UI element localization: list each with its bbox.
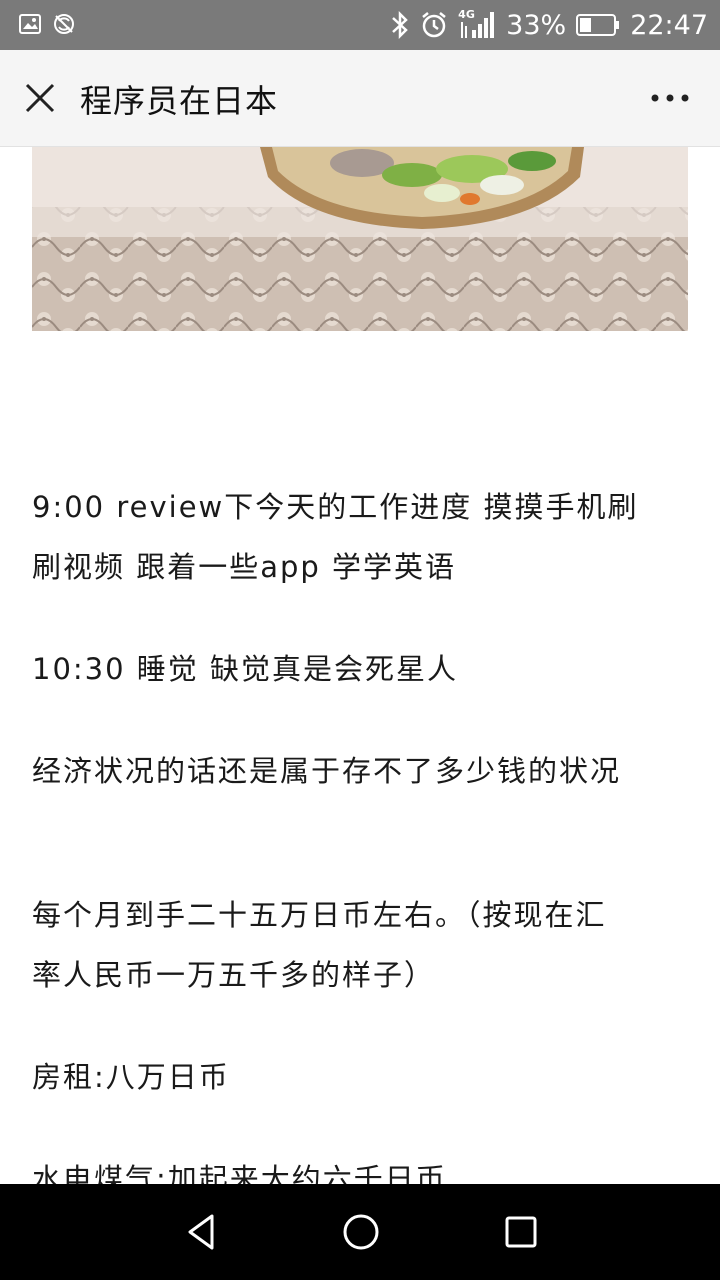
status-bar: 4G 33% 22:47	[0, 0, 720, 50]
article-line: 刷视频 跟着一些app 学学英语	[32, 550, 457, 584]
recents-button[interactable]	[497, 1208, 545, 1256]
article-line: 水电煤气:加起来大约六千日币	[32, 1162, 447, 1184]
more-button[interactable]	[642, 76, 698, 120]
recents-icon	[505, 1216, 537, 1248]
back-icon	[188, 1214, 214, 1250]
home-button[interactable]	[337, 1208, 385, 1256]
title-bar: 程序员在日本	[0, 50, 720, 147]
article-content[interactable]: 9:00 review下今天的工作进度 摸摸手机刷 刷视频 跟着一些app 学学…	[0, 147, 720, 1184]
article-line: 每个月到手二十五万日币左右。（按现在汇	[32, 898, 607, 932]
food-photo	[32, 147, 688, 331]
battery-icon	[576, 13, 620, 37]
article-line: 9:00 review下今天的工作进度 摸摸手机刷	[32, 490, 639, 524]
sync-off-icon	[52, 12, 76, 36]
clock: 22:47	[630, 9, 708, 41]
close-button[interactable]	[14, 70, 66, 126]
home-icon	[343, 1214, 379, 1250]
back-button[interactable]	[178, 1208, 226, 1256]
alarm-icon	[420, 11, 448, 39]
more-icon	[651, 94, 689, 102]
battery-percent: 33%	[506, 9, 567, 41]
bluetooth-icon	[390, 10, 410, 40]
signal-icon: 4G	[458, 8, 496, 42]
image-icon	[18, 12, 42, 36]
close-icon	[25, 83, 55, 113]
article-line: 10:30 睡觉 缺觉真是会死星人	[32, 652, 459, 686]
page-title: 程序员在日本	[80, 82, 279, 120]
article-line: 经济状况的话还是属于存不了多少钱的状况	[32, 754, 622, 788]
article-line: 房租:八万日币	[32, 1060, 230, 1094]
navigation-bar	[0, 1184, 720, 1280]
article-line: 率人民币一万五千多的样子）	[32, 958, 436, 992]
